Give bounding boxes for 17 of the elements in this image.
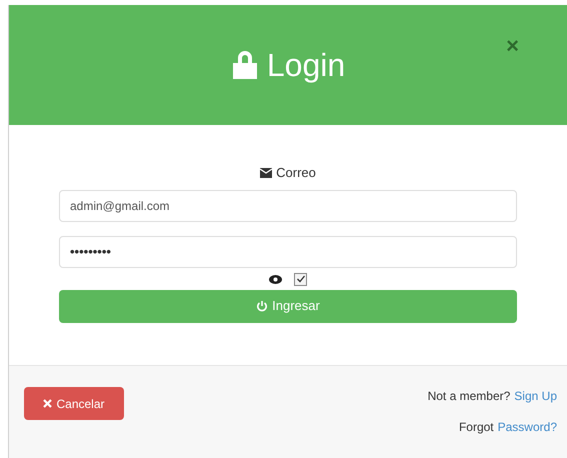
eye-icon <box>269 274 282 284</box>
close-button[interactable]: × <box>506 35 519 57</box>
password-field[interactable]: ••••••••• <box>59 236 517 268</box>
power-icon <box>256 300 268 312</box>
field-label: Correo <box>276 164 316 182</box>
close-icon <box>43 399 52 408</box>
signup-prompt: Not a member? <box>428 388 510 405</box>
lock-icon <box>230 49 259 81</box>
email-field[interactable]: admin@gmail.com <box>59 190 517 222</box>
modal-title: Login <box>266 46 346 85</box>
show-password-checkbox[interactable] <box>294 272 307 286</box>
forgot-prompt: Forgot <box>458 419 494 436</box>
login-button[interactable]: Ingresar <box>59 290 517 322</box>
password-link[interactable]: Password? <box>498 418 557 436</box>
cancel-button[interactable]: Cancelar <box>24 387 124 420</box>
envelope-icon <box>260 168 272 178</box>
signup-link[interactable]: Sign Up <box>514 387 557 405</box>
